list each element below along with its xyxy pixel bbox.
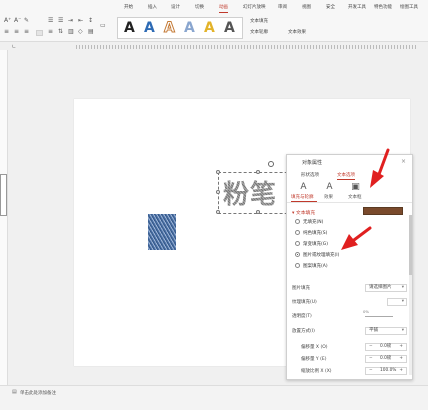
- arrow-to-text-options: [370, 148, 390, 188]
- status-bar: ▤ 单击此处添加备注: [0, 385, 428, 410]
- arrow-to-picture-fill: [341, 226, 372, 250]
- notes-icon[interactable]: ▤: [12, 389, 17, 395]
- annotation-arrows: [341, 148, 390, 250]
- notes-hint[interactable]: 单击此处添加备注: [20, 390, 56, 396]
